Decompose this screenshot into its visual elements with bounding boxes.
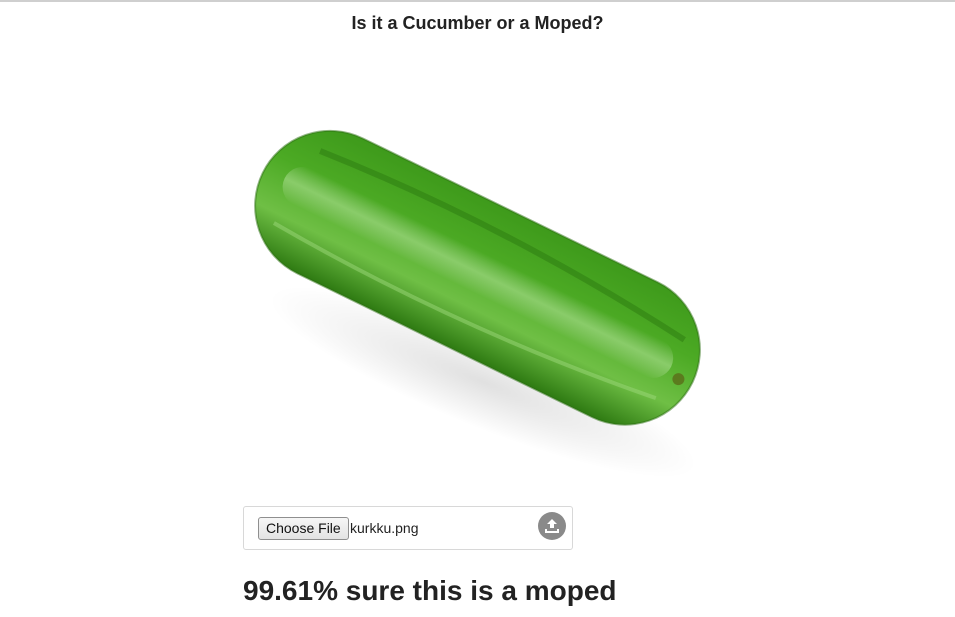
selected-file-name: kurkku.png bbox=[350, 520, 419, 536]
upload-icon bbox=[545, 519, 559, 533]
choose-file-button[interactable]: Choose File bbox=[258, 517, 349, 540]
page: Is it a Cucumber or a Moped? Choose File… bbox=[0, 0, 955, 617]
cucumber-image bbox=[243, 92, 711, 504]
file-upload-form: Choose File kurkku.png bbox=[243, 506, 573, 550]
prediction-result: 99.61% sure this is a moped bbox=[243, 575, 617, 606]
page-title: Is it a Cucumber or a Moped? bbox=[351, 13, 604, 33]
upload-button[interactable] bbox=[538, 512, 566, 540]
